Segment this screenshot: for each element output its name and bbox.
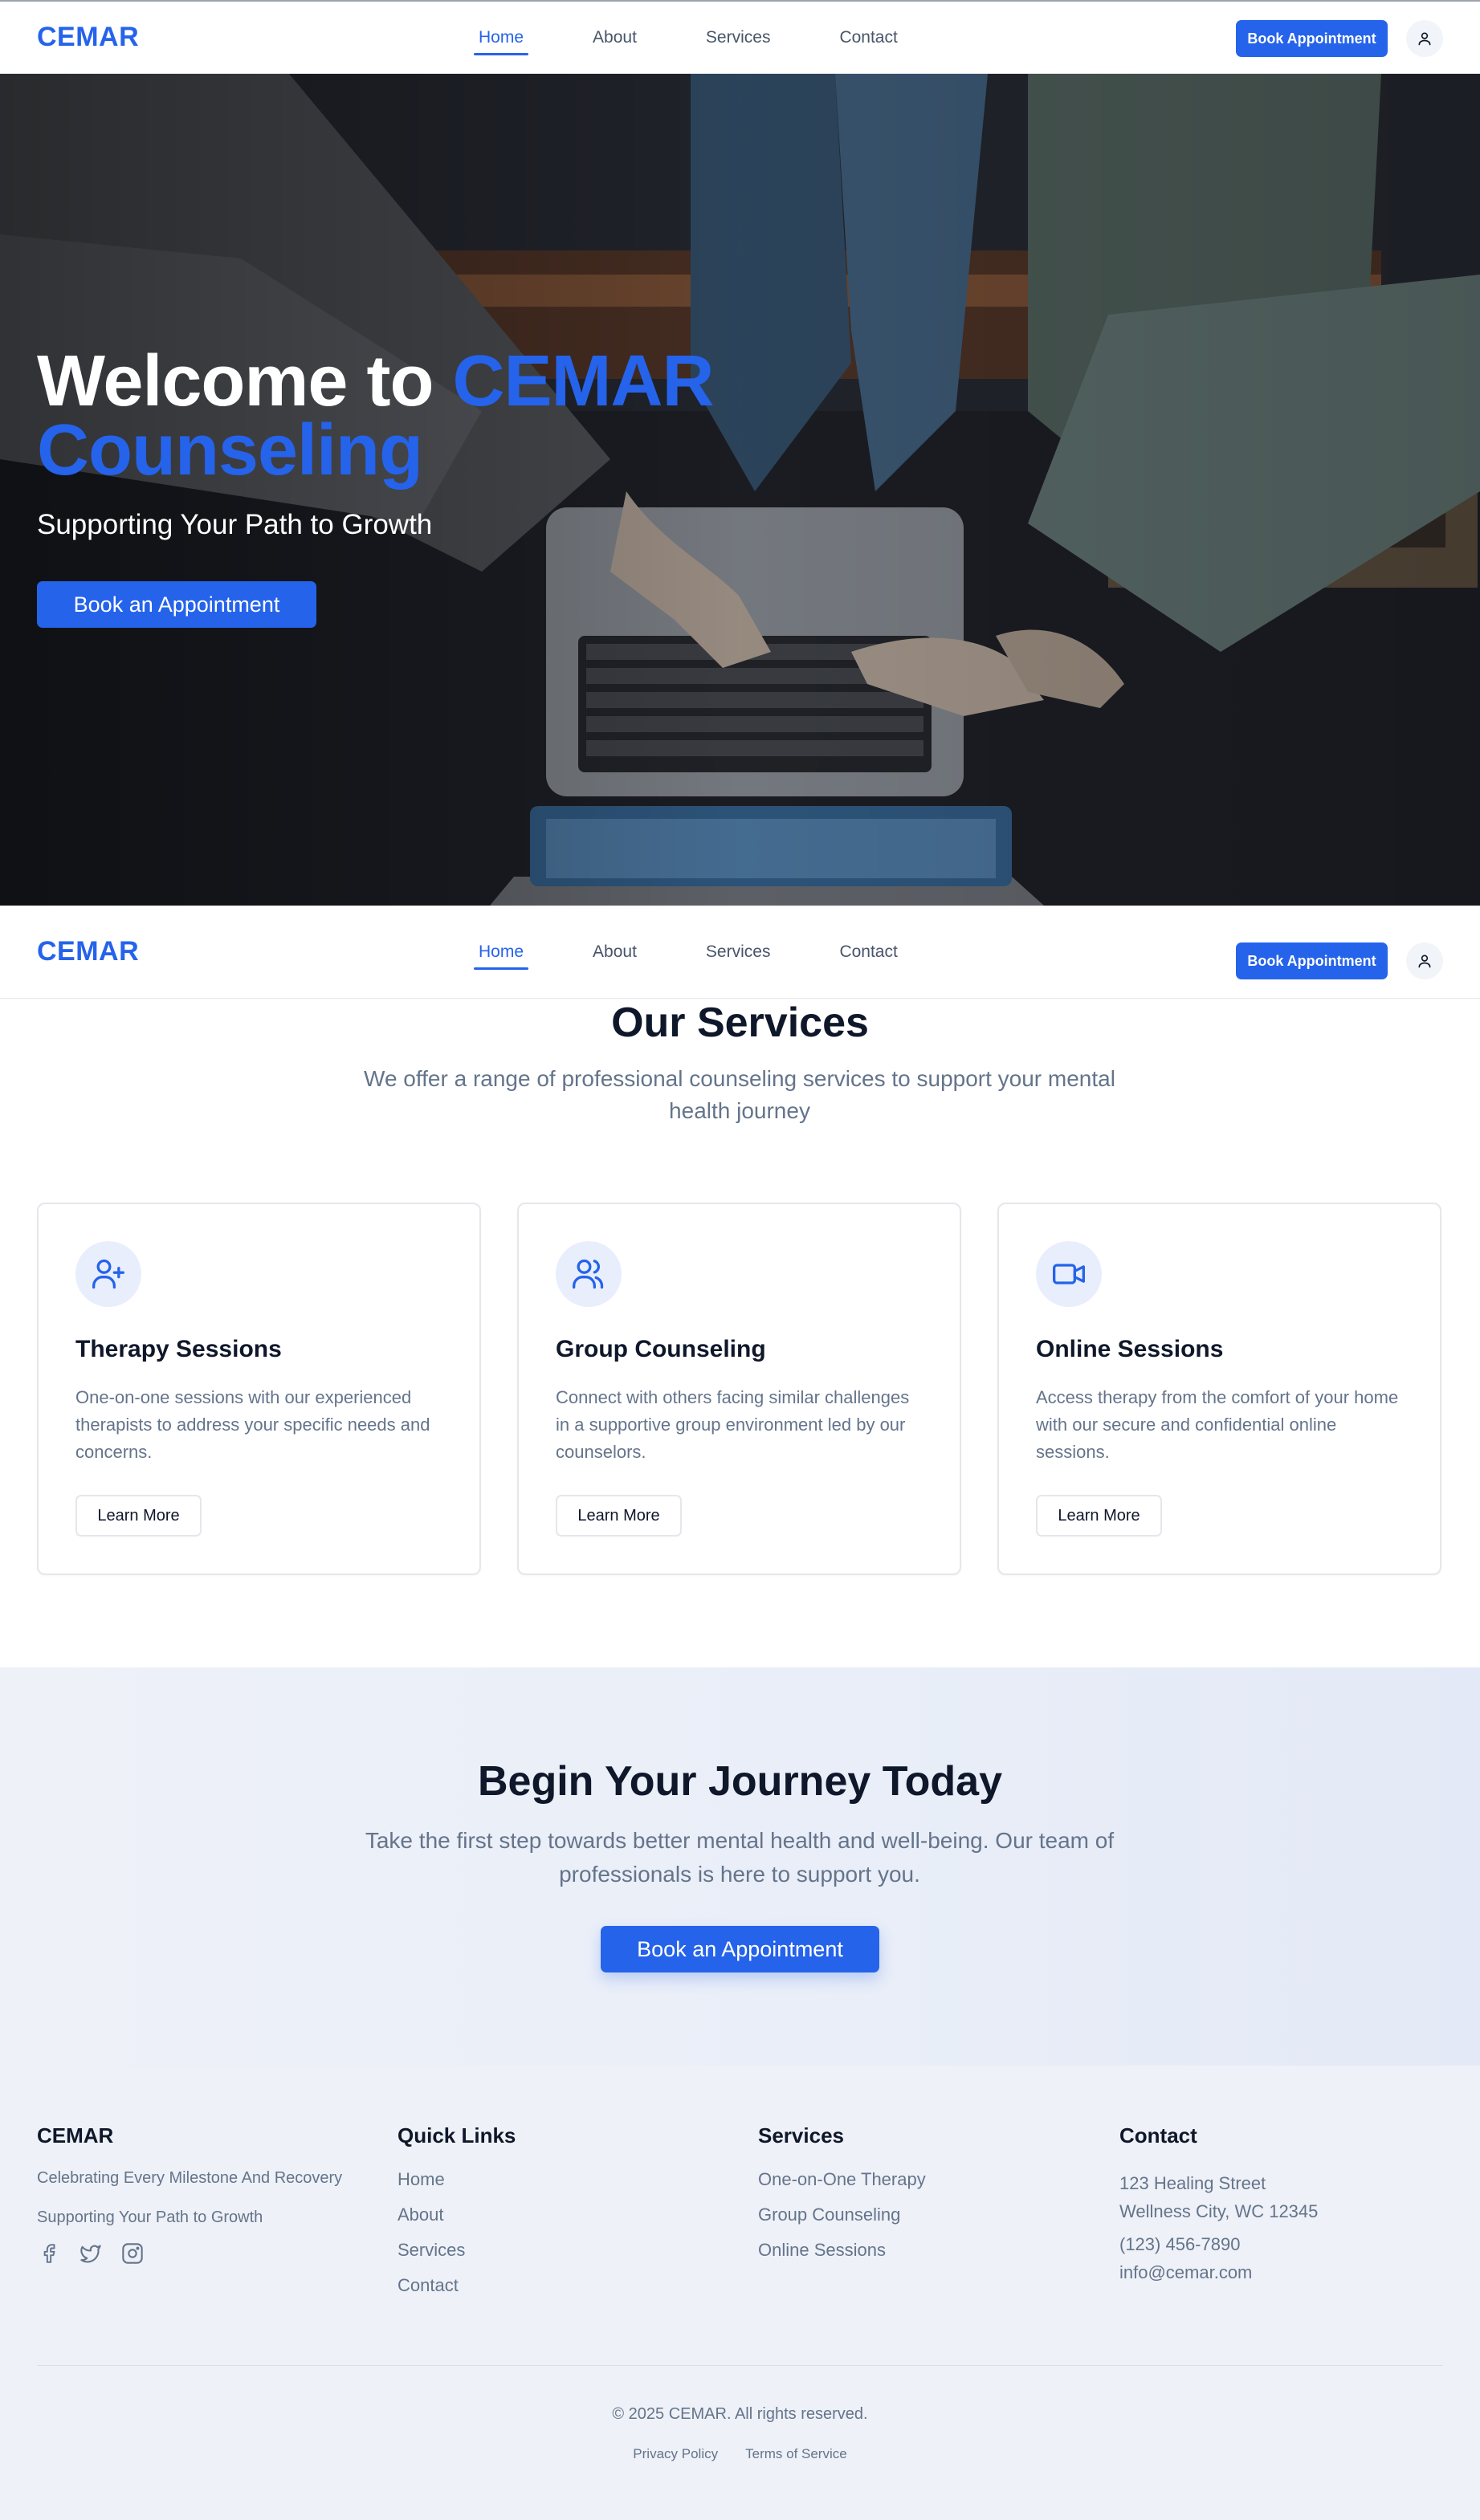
footer-service-link[interactable]: Online Sessions <box>758 2240 926 2261</box>
video-icon <box>1036 1241 1102 1307</box>
footer-tagline: Supporting Your Path to Growth <box>37 2209 263 2226</box>
hero-section: Welcome to CEMAR Counseling Supporting Yo… <box>0 74 1480 906</box>
hero-title-rest: Counseling <box>37 410 423 491</box>
footer-tagline: Celebrating Every Milestone And Recovery <box>37 2169 343 2187</box>
nav-links: Home About Services Contact <box>474 23 962 55</box>
users-icon <box>556 1241 622 1307</box>
nav-links: Home About Services Contact <box>474 938 962 970</box>
hero-title-brand: CEMAR <box>452 341 714 421</box>
nav-link-contact[interactable]: Contact <box>834 23 902 52</box>
learn-more-button[interactable]: Learn More <box>556 1495 682 1537</box>
footer-service-link[interactable]: One-on-One Therapy <box>758 2169 926 2190</box>
footer-quick-links-title: Quick Links <box>398 2123 516 2147</box>
hero-title-prefix: Welcome to <box>37 341 453 421</box>
footer: CEMAR Celebrating Every Milestone And Re… <box>0 2066 1480 2520</box>
learn-more-button[interactable]: Learn More <box>75 1495 202 1537</box>
hero-content: Welcome to CEMAR Counseling Supporting Yo… <box>37 345 760 628</box>
footer-services-title: Services <box>758 2123 844 2147</box>
nav-link-contact[interactable]: Contact <box>834 938 902 967</box>
footer-contact-title: Contact <box>1119 2123 1197 2147</box>
learn-more-button[interactable]: Learn More <box>1036 1495 1162 1537</box>
book-appointment-button[interactable]: Book Appointment <box>1236 942 1388 979</box>
footer-link-about[interactable]: About <box>398 2204 516 2225</box>
footer-quick-links: Quick Links Home About Services Contact <box>398 2123 516 2310</box>
terms-of-service-label: Terms of Service <box>745 2446 847 2461</box>
hero-subtitle: Supporting Your Path to Growth <box>37 509 433 540</box>
service-cards: Therapy Sessions One-on-one sessions wit… <box>37 1203 1441 1575</box>
user-account-button[interactable] <box>1406 942 1443 979</box>
legal-links: Privacy Policy Terms of Service <box>0 2446 1480 2462</box>
user-icon <box>1418 32 1431 46</box>
service-card-online: Online Sessions Access therapy from the … <box>997 1203 1441 1575</box>
footer-divider <box>37 2365 1443 2366</box>
card-description: Access therapy from the comfort of your … <box>1036 1387 1399 1462</box>
footer-brand: CEMAR Celebrating Every Milestone And Re… <box>37 2123 342 2266</box>
user-account-button[interactable] <box>1406 20 1443 57</box>
cta-book-button[interactable]: Book an Appointment <box>601 1926 879 1972</box>
sticky-navbar: CEMAR Home About Services Contact Book A… <box>0 906 1480 999</box>
contact-address-line: 123 Healing Street <box>1119 2173 1266 2193</box>
footer-link-services[interactable]: Services <box>398 2240 516 2261</box>
twitter-icon[interactable] <box>79 2241 103 2266</box>
contact-address-line: Wellness City, WC 12345 <box>1119 2201 1319 2221</box>
top-navbar: CEMAR Home About Services Contact Book A… <box>0 0 1480 74</box>
footer-service-link[interactable]: Group Counseling <box>758 2204 926 2225</box>
hero-book-button[interactable]: Book an Appointment <box>37 581 316 628</box>
nav-link-about[interactable]: About <box>588 23 642 52</box>
copyright: © 2025 CEMAR. All rights reserved. <box>612 2405 868 2423</box>
service-card-group: Group Counseling Connect with others fac… <box>517 1203 961 1575</box>
hero-title: Welcome to CEMAR Counseling <box>37 345 760 486</box>
footer-contact: Contact 123 Healing Street Wellness City… <box>1119 2123 1318 2286</box>
card-title: Therapy Sessions <box>75 1336 282 1362</box>
services-subtitle: We offer a range of professional counsel… <box>364 1066 1115 1123</box>
nav-link-home[interactable]: Home <box>474 23 529 55</box>
footer-services: Services One-on-One Therapy Group Counse… <box>758 2123 926 2275</box>
card-title: Group Counseling <box>556 1336 766 1362</box>
nav-link-services[interactable]: Services <box>701 23 776 52</box>
services-title: Our Services <box>611 999 869 1046</box>
user-icon <box>1418 955 1431 968</box>
footer-brand-title: CEMAR <box>37 2123 114 2147</box>
logo[interactable]: CEMAR <box>37 22 139 53</box>
nav-link-services[interactable]: Services <box>701 938 776 967</box>
cta-title: Begin Your Journey Today <box>478 1758 1002 1805</box>
logo[interactable]: CEMAR <box>37 936 139 967</box>
service-card-therapy: Therapy Sessions One-on-one sessions wit… <box>37 1203 481 1575</box>
book-appointment-button[interactable]: Book Appointment <box>1236 20 1388 57</box>
instagram-icon[interactable] <box>120 2241 145 2266</box>
cta-subtitle: Take the first step towards better menta… <box>365 1828 1115 1887</box>
nav-link-home[interactable]: Home <box>474 938 529 970</box>
privacy-policy-label: Privacy Policy <box>633 2446 719 2461</box>
terms-of-service-link[interactable]: Terms of Service <box>732 2446 861 2462</box>
contact-phone: (123) 456-7890 <box>1119 2234 1241 2254</box>
social-links <box>37 2241 342 2266</box>
card-description: One-on-one sessions with our experienced… <box>75 1387 430 1462</box>
contact-email: info@cemar.com <box>1119 2262 1253 2282</box>
footer-link-contact[interactable]: Contact <box>398 2275 516 2296</box>
cta-section: Begin Your Journey Today Take the first … <box>0 1667 1480 2066</box>
card-description: Connect with others facing similar chall… <box>556 1387 910 1462</box>
facebook-icon[interactable] <box>37 2241 61 2266</box>
nav-link-about[interactable]: About <box>588 938 642 967</box>
services-section: Our Services We offer a range of profess… <box>0 999 1480 1667</box>
card-title: Online Sessions <box>1036 1336 1224 1362</box>
privacy-policy-link[interactable]: Privacy Policy <box>619 2446 732 2462</box>
user-plus-icon <box>75 1241 141 1307</box>
footer-link-home[interactable]: Home <box>398 2169 516 2190</box>
